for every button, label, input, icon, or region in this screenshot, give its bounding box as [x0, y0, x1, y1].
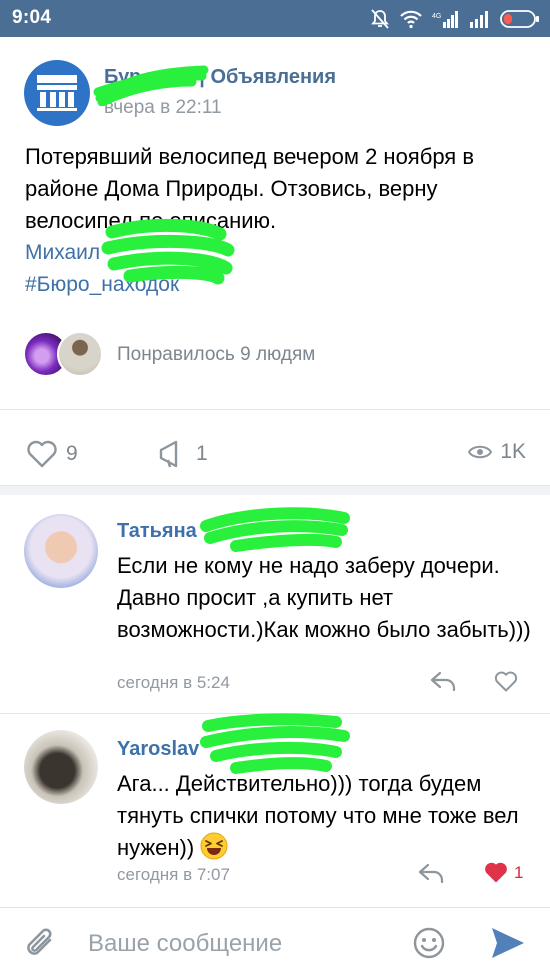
- views-count: 1K: [500, 440, 526, 463]
- building-icon: [37, 75, 77, 111]
- comment-like-count: 1: [514, 862, 524, 882]
- heart-filled-icon: [485, 862, 507, 883]
- laughing-emoji-icon: [200, 832, 228, 860]
- comment-like-button[interactable]: 1: [484, 862, 523, 883]
- group-name-text[interactable]: Объявления: [210, 66, 336, 88]
- avatar[interactable]: [24, 730, 98, 804]
- message-input[interactable]: Ваше сообщение: [88, 930, 282, 958]
- attach-icon[interactable]: [24, 926, 58, 962]
- like-count: 9: [66, 442, 78, 465]
- comment-time: сегодня в 5:24: [117, 673, 230, 692]
- battery-icon: [500, 10, 539, 28]
- status-time: 9:04: [12, 7, 52, 28]
- avatar[interactable]: [57, 331, 103, 377]
- group-avatar[interactable]: [24, 60, 90, 126]
- comment-text: Если не кому не надо заберу дочери. Давн…: [117, 553, 531, 642]
- emoji-icon[interactable]: [412, 926, 446, 960]
- heart-icon: [27, 440, 57, 468]
- status-bar: 9:04 4G: [0, 0, 550, 37]
- avatar[interactable]: [24, 514, 98, 588]
- wifi-icon: [400, 10, 422, 29]
- censor-scribble: [200, 507, 350, 552]
- divider: [0, 409, 550, 410]
- signal-icon-2: [470, 11, 488, 28]
- comment-like-button[interactable]: [494, 671, 524, 692]
- send-icon[interactable]: [490, 926, 526, 960]
- svg-text:4G: 4G: [432, 13, 441, 20]
- message-composer: Ваше сообщение: [0, 907, 550, 979]
- censor-scribble: [200, 713, 350, 774]
- views-counter: 1K: [468, 440, 526, 464]
- author-link[interactable]: Михаил: [25, 241, 100, 265]
- reply-icon: [418, 863, 444, 884]
- reply-button[interactable]: [430, 670, 456, 692]
- comment-text: Ага... Действительно))) тогда будем тяну…: [117, 768, 537, 864]
- censor-scribble: [93, 65, 209, 106]
- eye-icon: [468, 445, 493, 459]
- likers-text[interactable]: Понравилось 9 людям: [117, 344, 315, 366]
- comment-time: сегодня в 7:07: [117, 865, 230, 884]
- silent-icon: [371, 9, 389, 29]
- comment-author[interactable]: Татьяна: [117, 520, 197, 543]
- share-icon: [159, 440, 178, 468]
- comment-author[interactable]: Yaroslav: [117, 738, 199, 761]
- divider: [0, 485, 550, 495]
- share-button[interactable]: 1: [158, 440, 208, 468]
- reply-icon: [430, 671, 456, 692]
- comment-text-body: Ага... Действительно))) тогда будем тяну…: [117, 771, 519, 860]
- signal-icon: 4G: [432, 11, 458, 28]
- share-count: 1: [196, 442, 208, 465]
- heart-icon: [494, 671, 518, 692]
- reply-button[interactable]: [418, 862, 444, 884]
- like-button[interactable]: 9: [26, 440, 78, 468]
- censor-scribble: [101, 218, 235, 285]
